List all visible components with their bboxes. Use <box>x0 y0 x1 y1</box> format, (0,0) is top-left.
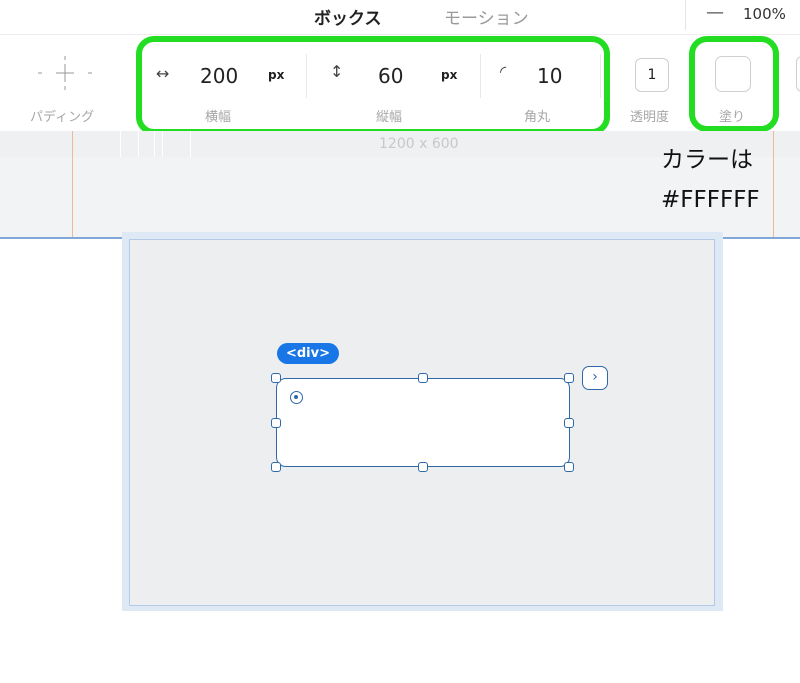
annotation-note: カラーは #FFFFFF <box>661 140 760 220</box>
tab-motion[interactable]: モーション <box>444 4 529 29</box>
resize-handle-bottom-left[interactable] <box>271 462 281 472</box>
tab-box[interactable]: ボックス <box>314 4 382 29</box>
resize-handle-right[interactable] <box>564 418 574 428</box>
resize-handle-top-right[interactable] <box>564 373 574 383</box>
resize-handle-bottom-right[interactable] <box>564 462 574 472</box>
resize-handle-top[interactable] <box>418 373 428 383</box>
tabbar-divider <box>685 0 686 30</box>
zoom-level[interactable]: 100% <box>743 5 786 23</box>
padding-icon[interactable] <box>34 52 96 94</box>
canvas-size-label: 1200 x 600 <box>379 136 459 152</box>
zoom-out-button[interactable]: — <box>706 2 724 23</box>
next-property-control[interactable] <box>796 56 800 92</box>
resize-handle-bottom[interactable] <box>418 462 428 472</box>
chevron-right-icon[interactable]: › <box>582 366 608 390</box>
size-highlight-frame <box>136 36 610 135</box>
opacity-label: 透明度 <box>630 110 670 125</box>
opacity-input[interactable]: 1 <box>635 58 669 92</box>
guide-line-right <box>773 131 774 238</box>
resize-handle-left[interactable] <box>271 418 281 428</box>
padding-label: パディング <box>30 110 95 125</box>
annotation-line-2: #FFFFFF <box>661 187 760 213</box>
transform-origin-icon[interactable] <box>290 391 303 404</box>
resize-handle-top-left[interactable] <box>271 373 281 383</box>
ruler-tick <box>162 131 163 157</box>
element-tag-badge[interactable]: <div> <box>277 343 339 364</box>
guide-line-left <box>72 131 73 238</box>
ruler-tick <box>138 131 139 157</box>
ruler-tick <box>154 131 155 157</box>
tab-bar <box>0 0 800 35</box>
ruler-tick <box>120 131 121 157</box>
fill-highlight-frame <box>689 36 779 132</box>
ruler-tick <box>190 131 191 157</box>
annotation-line-1: カラーは <box>661 147 753 173</box>
selected-div-element[interactable] <box>276 378 570 467</box>
